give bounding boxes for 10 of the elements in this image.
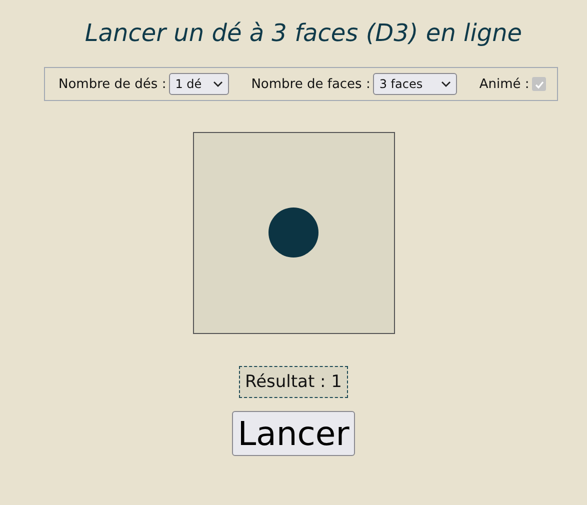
chevron-icon [441, 81, 452, 87]
result-text: Résultat : 1 [239, 366, 348, 398]
chevron-icon [213, 81, 224, 87]
roll-button[interactable]: Lancer [232, 411, 356, 456]
dice-count-select[interactable]: 1 dé [169, 73, 230, 95]
faces-select[interactable]: 3 faces [373, 73, 458, 95]
faces-label: Nombre de faces : [251, 76, 370, 92]
dice-count-label: Nombre de dés : [58, 76, 166, 92]
page-title: Lancer un dé à 3 faces (D3) en ligne [84, 18, 522, 49]
animated-label: Animé : [479, 76, 530, 92]
